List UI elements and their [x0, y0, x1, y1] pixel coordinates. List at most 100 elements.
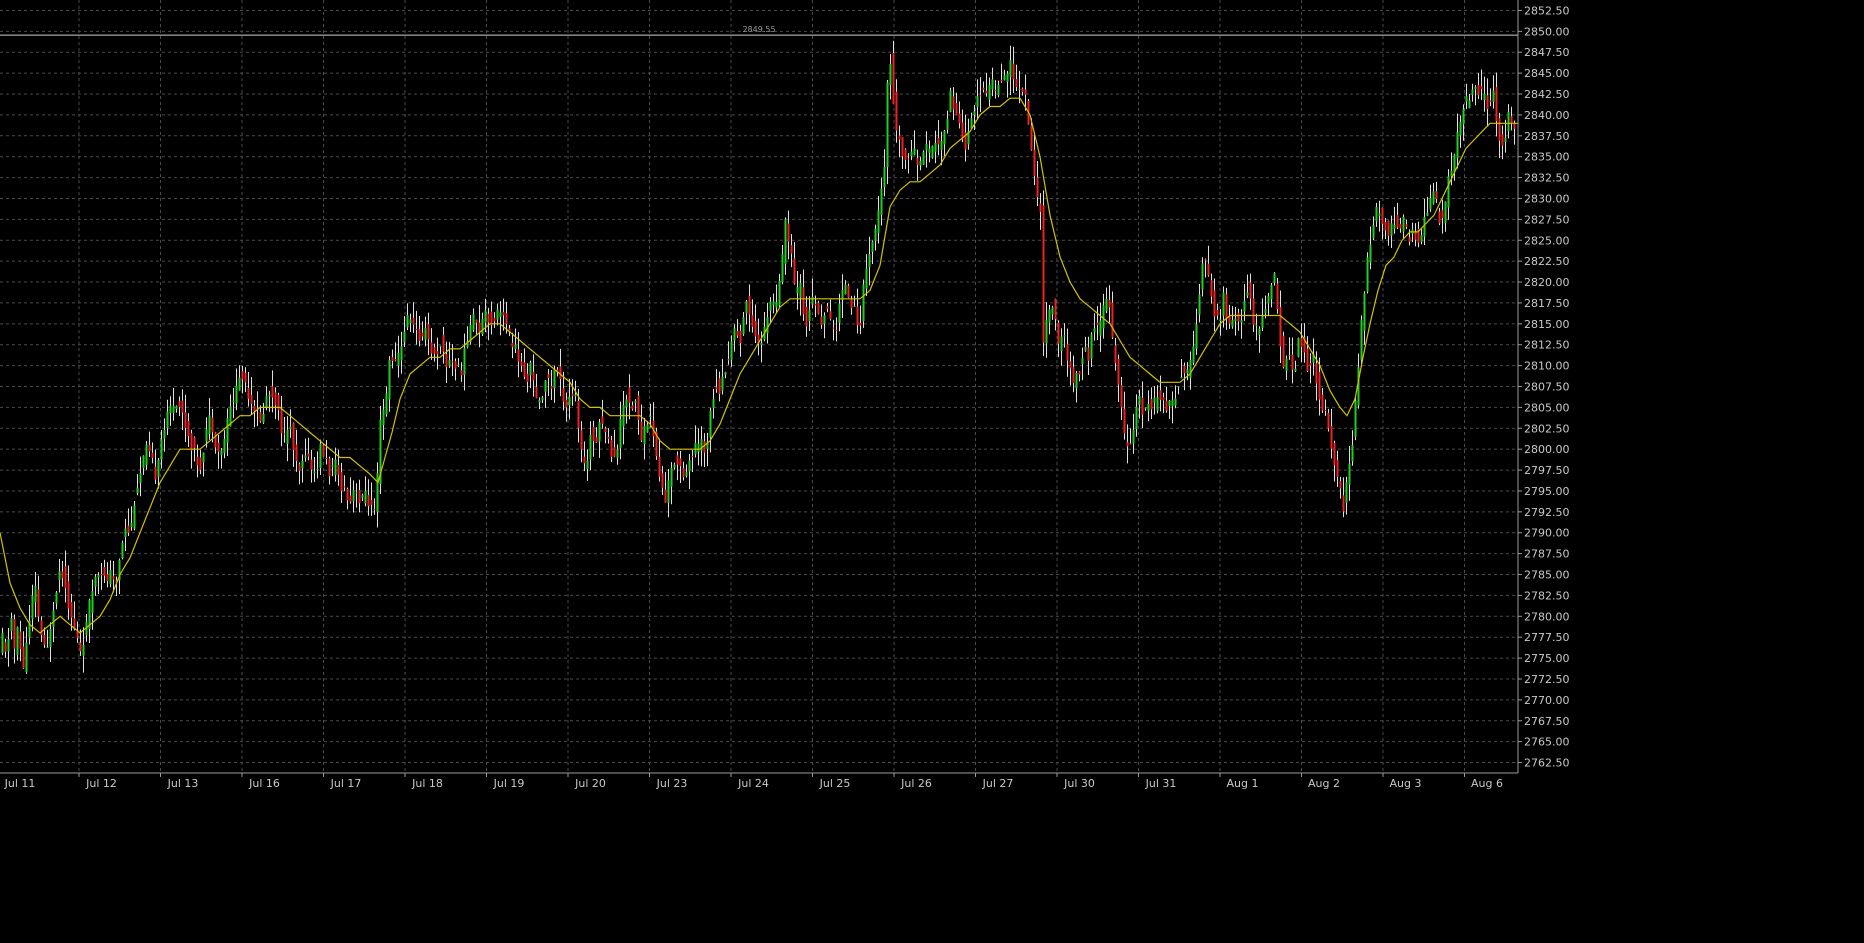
candle-down: [292, 423, 295, 451]
candle-down: [1108, 299, 1111, 308]
candle-up: [1294, 368, 1297, 372]
candle-up: [1132, 429, 1135, 444]
candle-up: [1429, 198, 1432, 210]
y-tick-label: 2840.00: [1524, 109, 1570, 122]
candle-up: [169, 405, 172, 414]
candle-up: [1246, 292, 1249, 296]
candle-down: [61, 571, 64, 579]
candle-down: [817, 302, 820, 314]
candle-down: [430, 342, 433, 354]
candle-down: [1477, 84, 1480, 96]
candle-down: [1237, 312, 1240, 322]
candle-down: [1489, 100, 1492, 102]
candle-up: [286, 429, 289, 444]
candle-up: [202, 452, 205, 463]
candle-up: [58, 571, 61, 580]
candle-up: [439, 345, 442, 347]
candle-up: [313, 471, 316, 474]
candle-down: [490, 311, 493, 326]
candle-down: [1318, 371, 1321, 400]
candle-down: [736, 331, 739, 336]
candle-up: [1168, 400, 1171, 407]
candle-up: [1375, 206, 1378, 222]
y-axis-labels: 2852.50 2850.00 2847.50 2845.00 2842.50 2840.…: [1524, 4, 1570, 769]
y-tick-label: 2842.50: [1524, 88, 1570, 101]
candle-up: [880, 188, 883, 216]
price-chart[interactable]: 2849.55 2852.50 2850.00 2847.50 2845.00 2842…: [0, 0, 1864, 943]
candle-up: [166, 411, 169, 429]
candle-down: [421, 332, 424, 337]
candle-up: [46, 646, 49, 648]
candle-up: [1075, 372, 1078, 389]
candle-up: [733, 328, 736, 341]
candle-up: [1360, 319, 1363, 360]
candle-up: [586, 460, 589, 469]
candle-down: [631, 405, 634, 409]
reference-line-label: 2849.55: [742, 25, 775, 34]
candle-down: [37, 589, 40, 617]
candle-down: [1279, 307, 1282, 347]
candle-up: [973, 111, 976, 116]
candle-up: [448, 359, 451, 366]
candle-down: [1012, 63, 1015, 80]
candle-down: [832, 327, 835, 329]
candle-up: [1258, 328, 1261, 335]
y-tick-label: 2827.50: [1524, 213, 1570, 226]
candle-down: [217, 442, 220, 452]
candle-down: [1228, 316, 1231, 324]
candle-up: [553, 369, 556, 389]
candle-down: [892, 52, 895, 104]
candle-up: [1450, 170, 1453, 177]
candle-up: [409, 319, 412, 324]
candle-up: [1471, 89, 1474, 95]
candle-down: [1405, 224, 1408, 227]
candle-up: [34, 586, 37, 603]
candle-down: [1072, 367, 1075, 384]
candle-up: [688, 460, 691, 472]
candle-up: [913, 148, 916, 155]
candle-up: [796, 287, 799, 294]
candle-down: [1336, 459, 1339, 477]
candle-up: [1006, 73, 1009, 82]
candle-up: [424, 327, 427, 340]
y-tick-label: 2825.00: [1524, 234, 1570, 247]
candle-up: [1492, 90, 1495, 102]
candle-down: [505, 313, 508, 325]
candle-up: [946, 118, 949, 130]
candle-up: [55, 592, 58, 604]
candle-down: [103, 567, 106, 576]
candle-down: [367, 495, 370, 507]
candle-up: [1240, 319, 1243, 323]
candle-up: [109, 570, 112, 584]
candle-up: [1267, 296, 1270, 304]
candle-down: [1066, 344, 1069, 361]
candle-down: [1300, 338, 1303, 347]
x-tick-label: Jul 27: [982, 777, 1014, 790]
candle-down: [487, 313, 490, 323]
candle-down: [322, 445, 325, 457]
candle-up: [724, 372, 727, 375]
candle-down: [1387, 220, 1390, 236]
candle-down: [1306, 348, 1309, 371]
y-tick-label: 2837.50: [1524, 130, 1570, 143]
candle-down: [1054, 298, 1057, 320]
candle-down: [1441, 210, 1444, 219]
candle-up: [316, 468, 319, 470]
candle-up: [238, 377, 241, 391]
y-tick-label: 2782.50: [1524, 589, 1570, 602]
candle-up: [220, 450, 223, 455]
candle-down: [571, 393, 574, 396]
candle-up: [1174, 398, 1177, 406]
candle-down: [805, 306, 808, 327]
candle-up: [742, 317, 745, 335]
candle-up: [400, 346, 403, 361]
candle-down: [1480, 85, 1483, 90]
candle-down: [1096, 322, 1099, 326]
candle-up: [463, 348, 466, 376]
y-tick-label: 2807.50: [1524, 381, 1570, 394]
candle-up: [709, 410, 712, 438]
candle-up: [16, 627, 19, 655]
candle-up: [1003, 75, 1006, 80]
candle-down: [1210, 280, 1213, 297]
candle-up: [1063, 335, 1066, 337]
